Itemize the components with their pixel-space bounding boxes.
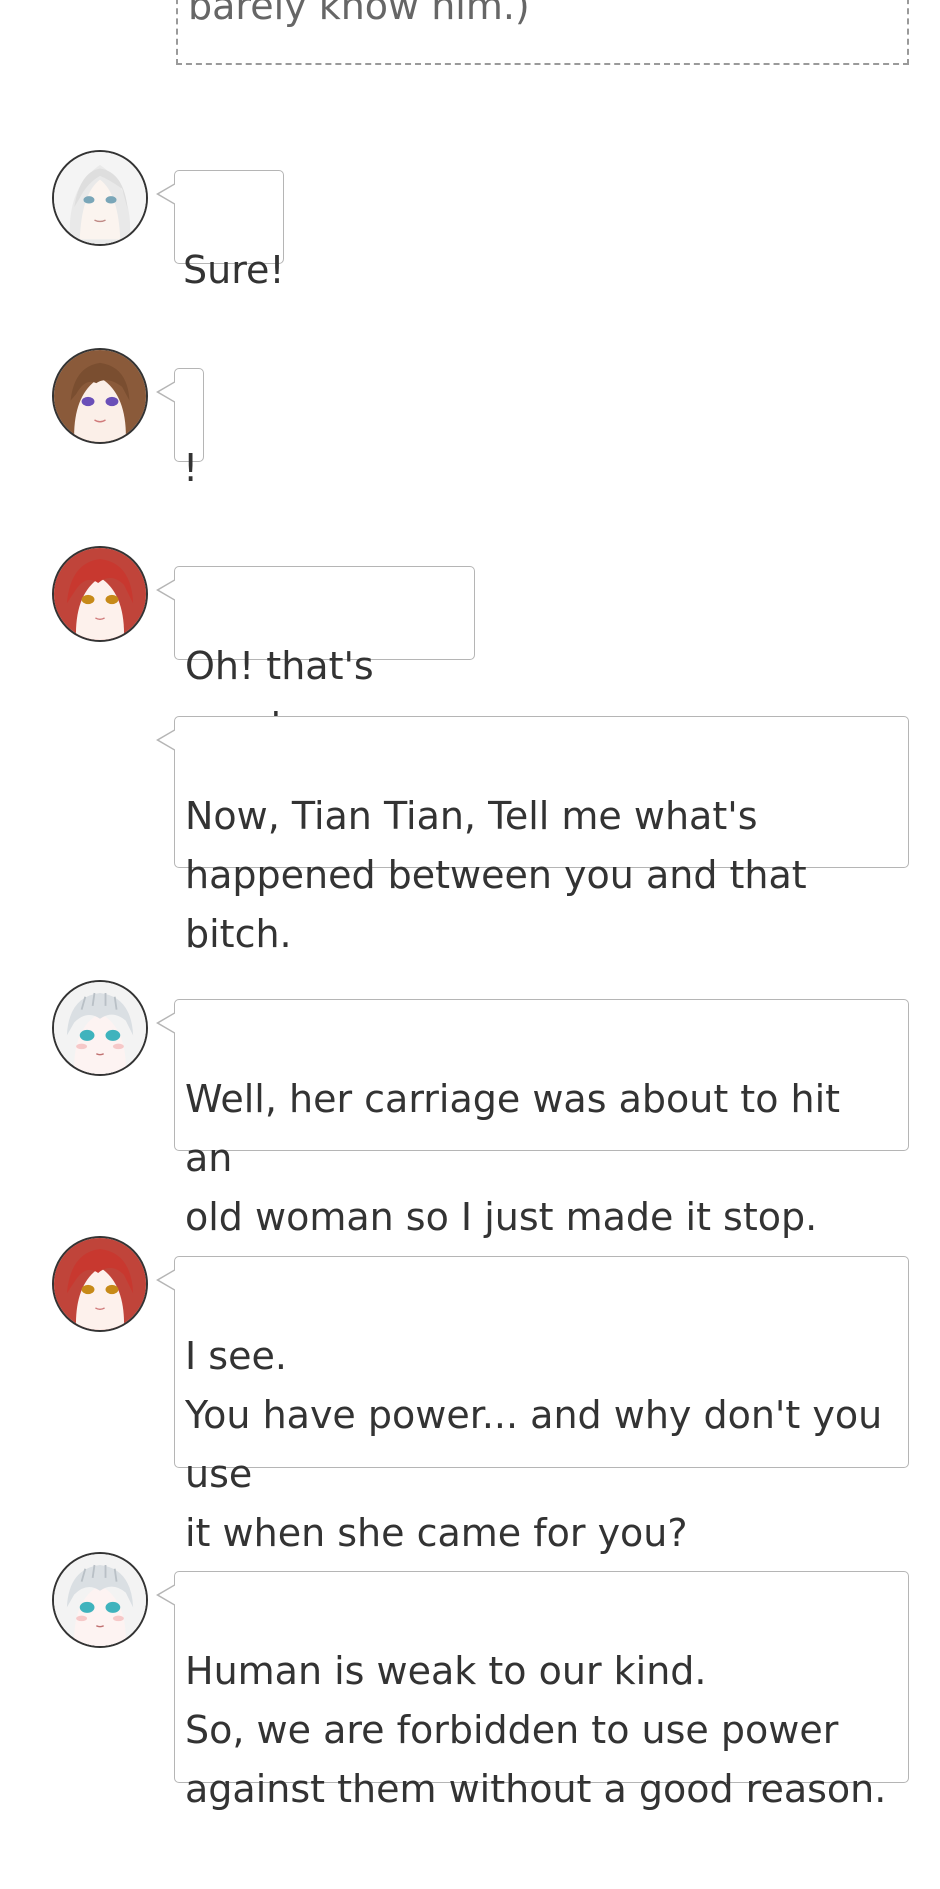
white-hair-girl-avatar-icon[interactable] <box>52 150 148 246</box>
message-text: I see. You have power... and why don't y… <box>185 1334 883 1555</box>
message-bubble: Sure! <box>156 170 285 292</box>
thought-bubble: barely know him.) <box>176 0 909 65</box>
message-text: Sure! <box>183 248 285 292</box>
message-text: ! <box>183 446 199 490</box>
message-text: Well, her carriage was about to hit an o… <box>185 1077 841 1239</box>
message-bubble: Now, Tian Tian, Tell me what's happened … <box>156 716 909 956</box>
message-text: Human is weak to our kind. So, we are fo… <box>185 1649 887 1811</box>
red-hair-girl-avatar-icon[interactable] <box>52 1236 148 1332</box>
silver-hair-girl-avatar-icon[interactable] <box>52 1552 148 1648</box>
red-hair-girl-avatar-icon[interactable] <box>52 546 148 642</box>
thought-text: barely know him.) <box>188 0 530 28</box>
message-bubble: I see. You have power... and why don't y… <box>156 1256 909 1555</box>
silver-hair-girl-avatar-icon[interactable] <box>52 980 148 1076</box>
message-bubble: Oh! that's great. <box>156 566 475 747</box>
message-bubble: ! <box>156 368 204 490</box>
message-text: Now, Tian Tian, Tell me what's happened … <box>185 794 807 956</box>
brown-hair-girl-avatar-icon[interactable] <box>52 348 148 444</box>
message-bubble: Human is weak to our kind. So, we are fo… <box>156 1571 909 1811</box>
message-bubble: Well, her carriage was about to hit an o… <box>156 999 909 1239</box>
